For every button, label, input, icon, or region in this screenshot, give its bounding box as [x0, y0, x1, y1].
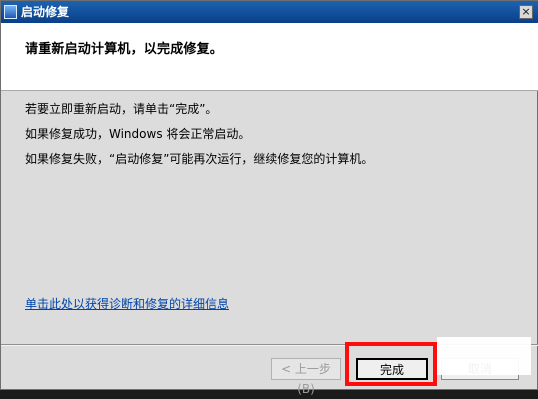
body-line-3: 如果修复失败，“启动修复”可能再次运行，继续修复您的计算机。 [25, 152, 374, 166]
title-bar[interactable]: 启动修复 × [1, 1, 538, 23]
header-title: 请重新启动计算机，以完成修复。 [25, 42, 224, 57]
body-line-1: 若要立即重新启动，请单击“完成”。 [25, 102, 218, 116]
body-line-2: 如果修复成功，Windows 将会正常启动。 [25, 127, 251, 141]
header-panel: 请重新启动计算机，以完成修复。 [1, 23, 538, 91]
finish-button[interactable]: 完成 [356, 358, 428, 380]
close-button[interactable]: × [519, 5, 533, 19]
back-button[interactable]: < 上一步 (B) [271, 358, 341, 396]
close-icon: × [521, 5, 531, 18]
startup-repair-window: 启动修复 × 请重新启动计算机，以完成修复。 若要立即重新启动，请单击“完成”。… [0, 0, 538, 396]
diagnostic-details-link[interactable]: 单击此处以获得诊断和修复的详细信息 [25, 295, 229, 312]
obscuring-blur [437, 337, 531, 375]
window-title: 启动修复 [21, 5, 70, 19]
startup-repair-app-icon [4, 5, 17, 19]
